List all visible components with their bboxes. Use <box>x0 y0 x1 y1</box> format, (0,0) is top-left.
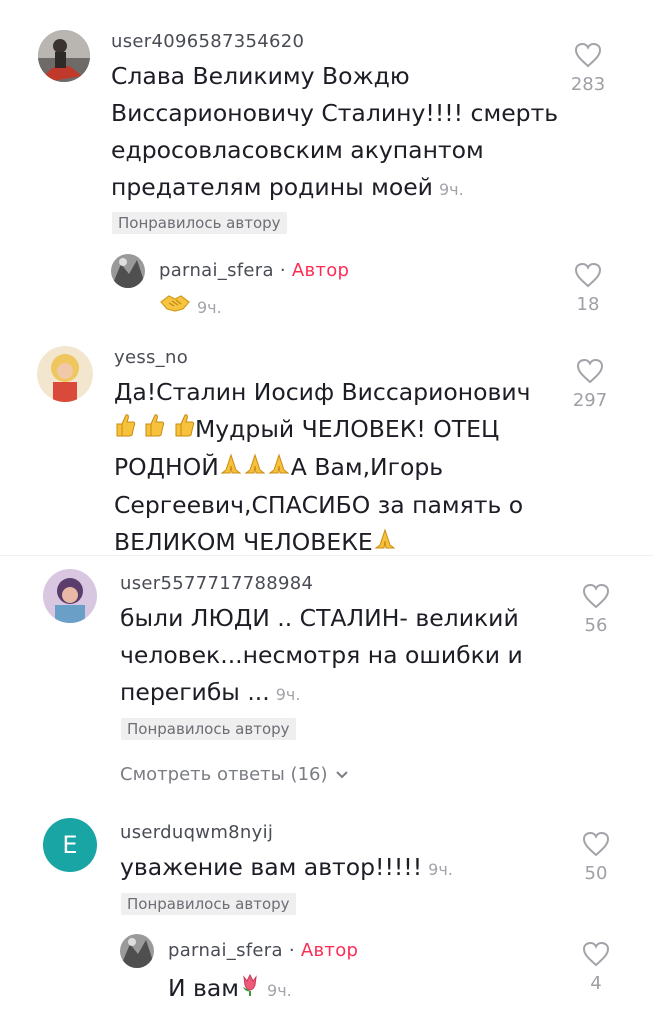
separator: · <box>288 940 295 961</box>
thumbs-up-emoji-icon <box>114 412 136 449</box>
like-count: 4 <box>590 973 602 994</box>
avatar[interactable] <box>37 346 93 402</box>
avatar[interactable]: E <box>43 818 97 872</box>
timestamp: 9ч. <box>267 981 292 1000</box>
comment-username[interactable]: userduqwm8nyij <box>120 822 273 843</box>
comment-text-line: Да!Сталин Иосиф Виссарионович <box>114 378 531 406</box>
comment-text-line: предателям родины моей 9ч. <box>111 169 561 208</box>
comment-username[interactable]: user4096587354620 <box>111 31 304 52</box>
reply-header: parnai_sfera · Автор <box>168 940 358 961</box>
avatar-photo-icon <box>38 30 90 82</box>
reply-header: parnai_sfera · Автор <box>159 260 349 281</box>
reply-text-segment: И вам <box>168 974 240 1002</box>
folded-hands-emoji-icon <box>219 450 243 487</box>
comment-text-segment: Мудрый ЧЕЛОВЕК! ОТЕЦ <box>194 415 500 443</box>
handshake-emoji-icon <box>159 292 191 321</box>
author-label: Автор <box>291 260 350 281</box>
like-count: 56 <box>584 615 608 636</box>
separator: · <box>279 260 286 281</box>
liked-by-creator-badge: Понравилось автору <box>112 212 287 234</box>
view-replies-label: Смотреть ответы (16) <box>120 764 328 785</box>
comment-text-line: Мудрый ЧЕЛОВЕК! ОТЕЦ <box>114 411 564 449</box>
heart-icon <box>582 831 610 857</box>
author-label: Автор <box>300 940 359 961</box>
comment-text-line: Виссарионовичу Сталину!!!! смерть <box>111 99 559 127</box>
like-button[interactable]: 283 <box>563 42 613 95</box>
timestamp: 9ч. <box>428 860 453 879</box>
timestamp: 9ч. <box>275 685 301 704</box>
liked-by-creator-badge: Понравилось автору <box>121 718 296 740</box>
like-count: 297 <box>572 390 608 411</box>
avatar-letter: E <box>62 831 78 859</box>
liked-by-creator-badge: Понравилось автору <box>121 893 296 915</box>
comment-text-segment: ВЕЛИКОМ ЧЕЛОВЕКЕ <box>114 528 373 556</box>
like-count: 18 <box>576 294 600 315</box>
timestamp: 9ч. <box>438 180 464 199</box>
like-button[interactable]: 18 <box>563 262 613 315</box>
avatar[interactable] <box>38 30 90 82</box>
reply-text: 9ч. <box>159 292 222 322</box>
avatar-photo-icon <box>120 934 154 968</box>
view-replies-button[interactable]: Смотреть ответы (16) <box>120 764 349 785</box>
like-button[interactable]: 50 <box>571 831 621 884</box>
heart-icon <box>574 42 602 68</box>
comment-text-line: едросовласовским акупантом <box>111 136 484 164</box>
heart-icon <box>582 941 610 967</box>
comment-username[interactable]: yess_no <box>114 347 188 368</box>
heart-icon <box>574 262 602 288</box>
like-button[interactable]: 297 <box>565 358 615 411</box>
like-button[interactable]: 4 <box>571 941 621 994</box>
comment-text-line: перегибы ... 9ч. <box>120 674 560 713</box>
comment-text-segment: уважение вам автор!!!!! <box>120 853 423 881</box>
heart-icon <box>576 358 604 384</box>
comment-text: уважение вам автор!!!!! 9ч. <box>120 849 560 888</box>
heart-icon <box>582 583 610 609</box>
avatar[interactable] <box>120 934 154 968</box>
tulip-emoji-icon <box>239 971 261 1008</box>
like-count: 50 <box>584 863 608 884</box>
reply-username[interactable]: parnai_sfera <box>168 940 283 961</box>
reply-username[interactable]: parnai_sfera <box>159 260 274 281</box>
avatar-photo-icon <box>111 254 145 288</box>
like-count: 283 <box>570 74 606 95</box>
timestamp: 9ч. <box>197 298 222 317</box>
comment-text-segment: РОДНОЙ <box>114 453 219 481</box>
divider <box>0 555 653 556</box>
chevron-down-icon <box>336 771 348 779</box>
thumbs-up-emoji-icon <box>143 412 165 449</box>
comment-text-line: ВЕЛИКОМ ЧЕЛОВЕКЕ <box>114 524 564 562</box>
avatar-photo-icon <box>43 569 97 623</box>
comment-text-segment: предателям родины моей <box>111 173 433 201</box>
thumbs-up-emoji-icon <box>173 412 195 449</box>
comment-username[interactable]: user5577717788984 <box>120 573 313 594</box>
comment-text-segment: А Вам,Игорь <box>290 453 444 481</box>
folded-hands-emoji-icon <box>373 525 397 562</box>
comment-text-segment: перегибы ... <box>120 678 270 706</box>
comment-text: были ЛЮДИ .. СТАЛИН- великий человек...н… <box>120 600 560 713</box>
reply-text: И вам 9ч. <box>168 970 292 1009</box>
avatar[interactable] <box>43 569 97 623</box>
like-button[interactable]: 56 <box>571 583 621 636</box>
comment-text-line: РОДНОЙ А Вам,Игорь <box>114 449 564 487</box>
comment-text-line: человек...несмотря на ошибки и <box>120 641 523 669</box>
avatar-photo-icon <box>37 346 93 402</box>
comment-text: Слава Великиму Вождю Виссарионовичу Стал… <box>111 58 561 208</box>
folded-hands-emoji-icon <box>243 450 267 487</box>
comment-text: Да!Сталин Иосиф Виссарионович Мудрый ЧЕЛ… <box>114 374 564 562</box>
comment-text-line: Сергеевич,СПАСИБО за память о <box>114 491 524 519</box>
avatar[interactable] <box>111 254 145 288</box>
comment-text-line: были ЛЮДИ .. СТАЛИН- великий <box>120 604 519 632</box>
folded-hands-emoji-icon <box>267 450 291 487</box>
comment-text-line: Слава Великиму Вождю <box>111 62 410 90</box>
